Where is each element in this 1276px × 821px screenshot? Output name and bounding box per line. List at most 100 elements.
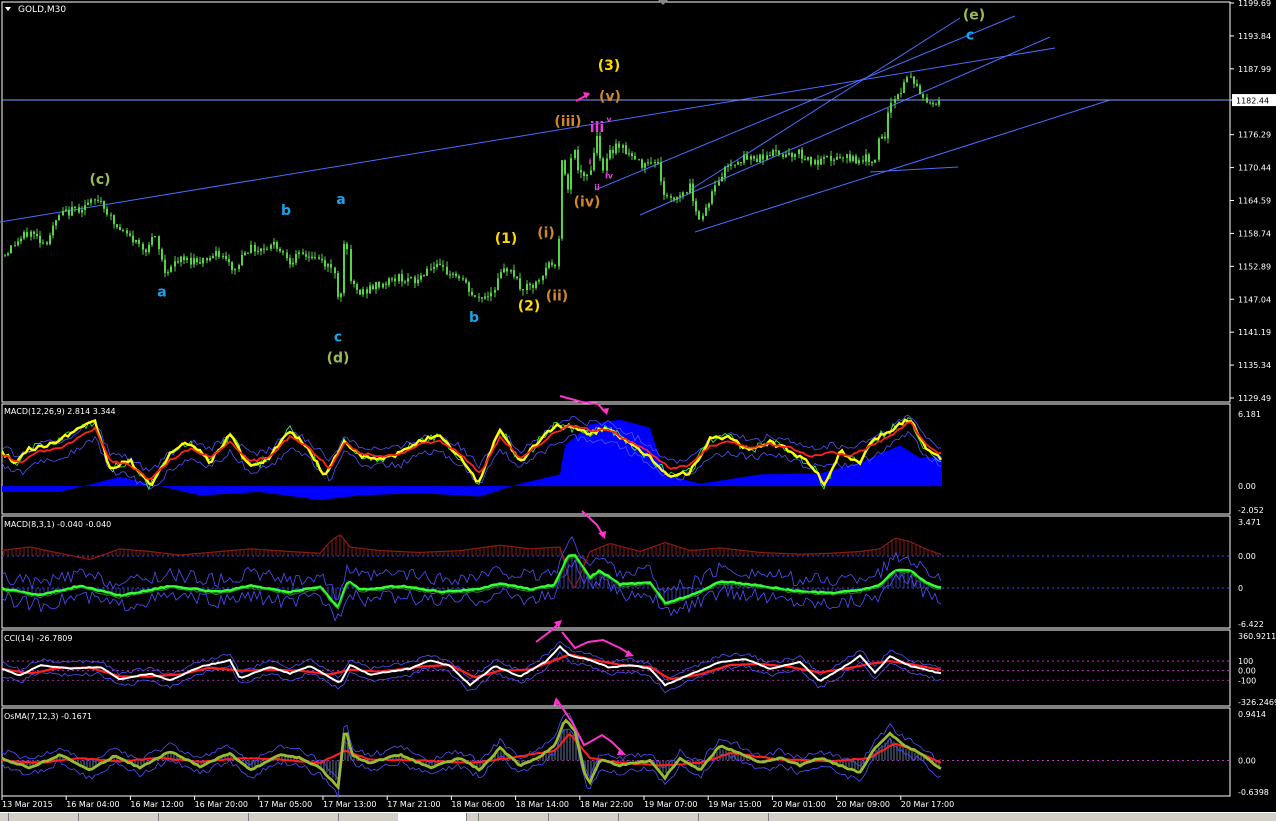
- candle-body: [375, 282, 377, 290]
- candle-body: [263, 248, 265, 250]
- candle-body: [356, 284, 358, 290]
- candle-body: [762, 154, 764, 160]
- candle-body: [913, 76, 915, 84]
- wave-label: b: [281, 203, 291, 219]
- candle-body: [554, 264, 556, 267]
- macd1-axis-label: -2.052: [1238, 506, 1264, 515]
- candle-body: [785, 154, 787, 157]
- candle-body: [7, 253, 9, 256]
- candle-body: [71, 207, 73, 216]
- cci-axis-label: 360.9211: [1238, 632, 1276, 641]
- time-axis-label: 19 Mar 15:00: [708, 800, 761, 809]
- time-axis-label: 17 Mar 21:00: [387, 800, 440, 809]
- candle-body: [769, 155, 771, 157]
- candle-body: [871, 161, 873, 163]
- candle-body: [855, 156, 857, 164]
- chart-background: [0, 0, 1276, 812]
- candle-body: [849, 154, 851, 162]
- candle-body: [103, 201, 105, 209]
- macd2-axis-label: 3.471: [1238, 518, 1261, 527]
- candle-body: [391, 278, 393, 280]
- candle-body: [154, 236, 156, 238]
- candle-body: [641, 159, 643, 168]
- candle-body: [346, 243, 348, 250]
- candle-body: [497, 278, 499, 291]
- candle-body: [609, 149, 611, 159]
- candle-body: [129, 233, 131, 236]
- price-axis-label: 1135.34: [1238, 361, 1271, 370]
- candle-body: [510, 270, 512, 272]
- candle-body: [782, 154, 784, 157]
- candle-body: [682, 192, 684, 196]
- candle-body: [519, 278, 521, 290]
- time-axis-label: 18 Mar 22:00: [580, 800, 633, 809]
- candle-body: [426, 268, 428, 276]
- candle-body: [36, 233, 38, 236]
- candle-body: [558, 238, 560, 267]
- candle-body: [177, 261, 179, 263]
- macd2-axis-label: -6.422: [1238, 620, 1264, 629]
- candle-body: [705, 207, 707, 216]
- candle-body: [794, 154, 796, 158]
- cci-axis-label: -100: [1238, 676, 1256, 685]
- candle-body: [231, 262, 233, 271]
- candle-body: [161, 249, 163, 260]
- macd1-label: MACD(12,26,9) 2.814 3.344: [4, 407, 116, 416]
- candle-body: [148, 244, 150, 253]
- candle-body: [791, 152, 793, 158]
- candle-body: [266, 248, 268, 250]
- candle-body: [798, 149, 800, 155]
- candle-body: [238, 265, 240, 270]
- macd2-axis-label: 0: [1238, 584, 1243, 593]
- osma-axis-label: 0.00: [1238, 756, 1256, 765]
- macd2-label: MACD(8,3,1) -0.040 -0.040: [4, 520, 111, 529]
- candle-body: [810, 156, 812, 165]
- candle-body: [612, 149, 614, 154]
- candle-body: [657, 162, 659, 164]
- candle-body: [804, 158, 806, 160]
- candle-body: [174, 261, 176, 267]
- candle-body: [126, 230, 128, 234]
- candle-body: [516, 276, 518, 279]
- candle-body: [337, 273, 339, 297]
- candle-body: [366, 289, 368, 294]
- candle-body: [94, 199, 96, 201]
- candle-body: [142, 243, 144, 250]
- candle-body: [33, 231, 35, 234]
- candle-body: [276, 242, 278, 249]
- gold-chart[interactable]: 1199.69 1193.84 1187.99 1182.44 1176.29 1170.…: [0, 0, 1276, 812]
- candle-body: [122, 229, 124, 231]
- candle-body: [714, 185, 716, 192]
- candle-body: [158, 236, 160, 250]
- macd2-axis-label: 0.00: [1238, 552, 1256, 561]
- candle-body: [433, 266, 435, 269]
- candle-body: [673, 197, 675, 200]
- time-axis-label: 17 Mar 05:00: [259, 800, 312, 809]
- candle-body: [932, 102, 934, 105]
- candle-body: [711, 191, 713, 204]
- candle-body: [324, 260, 326, 267]
- candle-body: [206, 257, 208, 261]
- candle-body: [462, 278, 464, 280]
- candle-body: [314, 257, 316, 259]
- time-axis-label: 18 Mar 14:00: [516, 800, 569, 809]
- candle-body: [327, 264, 329, 267]
- candle-body: [97, 199, 99, 201]
- candle-body: [926, 97, 928, 103]
- candle-body: [766, 155, 768, 160]
- candle-body: [660, 162, 662, 182]
- candle-body: [68, 209, 70, 216]
- time-axis-label: 16 Mar 12:00: [130, 800, 183, 809]
- current-price-label: 1182.44: [1236, 97, 1269, 106]
- candle-body: [542, 275, 544, 281]
- candle-body: [455, 273, 457, 277]
- cci-label: CCI(14) -26.7809: [4, 634, 72, 643]
- candle-body: [100, 200, 102, 202]
- candle-body: [90, 199, 92, 203]
- candle-body: [298, 252, 300, 254]
- price-axis-label: 1147.04: [1238, 295, 1271, 304]
- wave-label: c: [334, 330, 342, 346]
- candle-body: [513, 270, 515, 277]
- time-axis-label: 17 Mar 13:00: [323, 800, 376, 809]
- candle-body: [490, 292, 492, 297]
